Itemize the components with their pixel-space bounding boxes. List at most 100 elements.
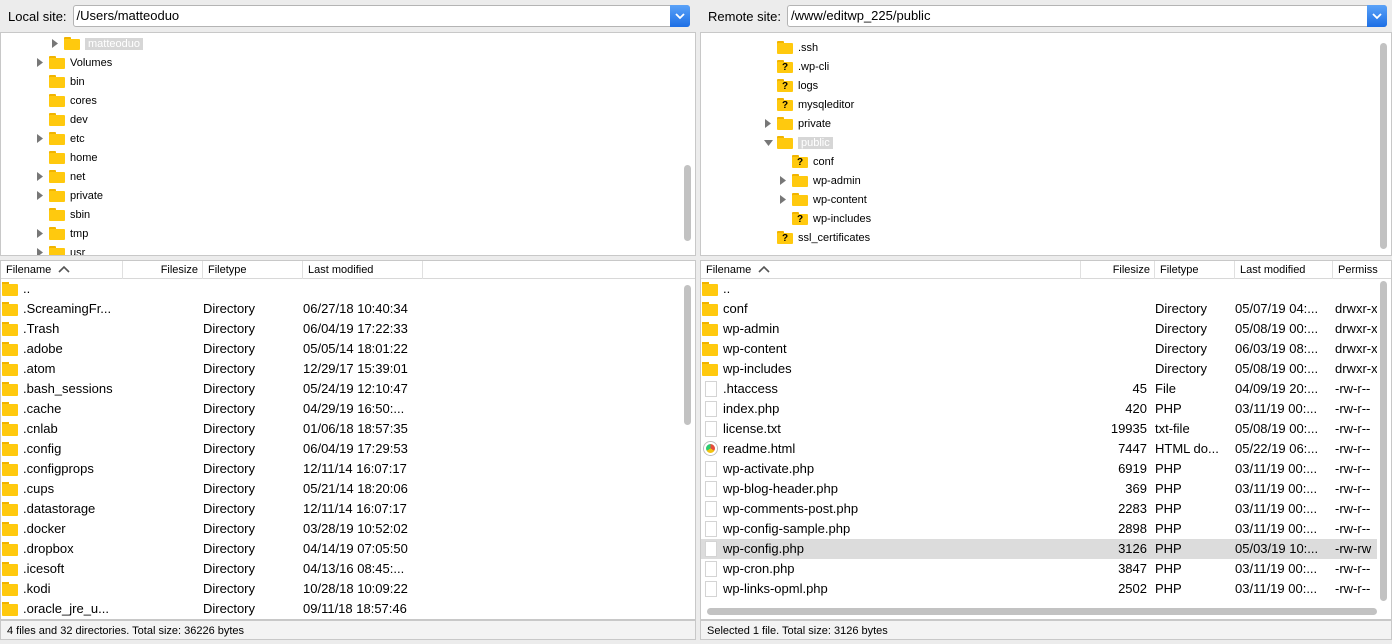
remote-status-bar: Selected 1 file. Total size: 3126 bytes — [700, 620, 1392, 640]
local-site-path-combo[interactable]: /Users/matteoduo — [72, 5, 690, 27]
remote-file-row[interactable]: conf Directory 05/07/19 04:... drwxr-x — [701, 299, 1377, 319]
expand-arrow-icon[interactable] — [33, 170, 47, 184]
local-tree-item[interactable]: sbin — [33, 205, 90, 224]
local-tree-scrollbar[interactable] — [684, 165, 691, 241]
remote-file-row[interactable]: wp-blog-header.php 369 PHP 03/11/19 00:... -… — [701, 479, 1377, 499]
remote-tree-item[interactable]: wp-includes — [776, 209, 871, 228]
remote-list-scrollbar[interactable] — [1380, 281, 1387, 601]
unknown-folder-icon — [777, 60, 793, 73]
local-col-filetype[interactable]: Filetype — [203, 261, 303, 279]
remote-file-name: conf — [723, 301, 748, 316]
remote-file-perms: -rw-rw — [1335, 541, 1372, 556]
remote-file-row[interactable]: wp-content Directory 06/03/19 08:... drwxr-… — [701, 339, 1377, 359]
local-site-dropdown-button[interactable] — [669, 5, 690, 27]
local-file-row[interactable]: .Trash Directory 06/04/19 17:22:33 — [1, 319, 681, 339]
remote-file-row[interactable]: wp-links-opml.php 2502 PHP 03/11/19 00:... -… — [701, 579, 1377, 599]
remote-file-row[interactable]: wp-config-sample.php 2898 PHP 03/11/19 00:.… — [701, 519, 1377, 539]
remote-tree-item[interactable]: .ssh — [761, 38, 818, 57]
remote-col-filename[interactable]: Filename — [701, 261, 1081, 279]
remote-tree-item[interactable]: conf — [776, 152, 834, 171]
remote-file-row[interactable]: wp-comments-post.php 2283 PHP 03/11/19 00:.… — [701, 499, 1377, 519]
remote-tree-item[interactable]: public — [761, 133, 833, 152]
remote-file-row[interactable]: wp-admin Directory 05/08/19 00:... drwxr-x — [701, 319, 1377, 339]
local-file-row[interactable]: .configprops Directory 12/11/14 16:07:17 — [1, 459, 681, 479]
expand-arrow-icon[interactable] — [33, 246, 47, 255]
local-file-row[interactable]: .cnlab Directory 01/06/18 18:57:35 — [1, 419, 681, 439]
remote-site-path-combo[interactable]: /www/editwp_225/public — [786, 5, 1387, 27]
expand-arrow-icon[interactable] — [48, 37, 62, 51]
remote-list-horizontal-scrollbar[interactable] — [707, 608, 1377, 615]
remote-col-permissions[interactable]: Permiss — [1333, 261, 1391, 279]
remote-status-text: Selected 1 file. Total size: 3126 bytes — [707, 625, 888, 637]
local-col-filesize[interactable]: Filesize — [123, 261, 203, 279]
local-tree-item[interactable]: private — [33, 186, 103, 205]
local-file-row[interactable]: .icesoft Directory 04/13/16 08:45:... — [1, 559, 681, 579]
remote-tree-item[interactable]: private — [761, 114, 831, 133]
file-icon — [705, 541, 717, 557]
local-file-row[interactable]: .cache Directory 04/29/19 16:50:... — [1, 399, 681, 419]
remote-file-row[interactable]: readme.html 7447 HTML do... 05/22/19 06:...… — [701, 439, 1377, 459]
local-file-row[interactable]: .bash_sessions Directory 05/24/19 12:10:47 — [1, 379, 681, 399]
expand-arrow-icon[interactable] — [33, 132, 47, 146]
remote-col-modified[interactable]: Last modified — [1235, 261, 1333, 279]
local-file-row[interactable]: .atom Directory 12/29/17 15:39:01 — [1, 359, 681, 379]
local-tree-item[interactable]: bin — [33, 72, 85, 91]
expand-arrow-icon[interactable] — [33, 56, 47, 70]
local-file-row[interactable]: .docker Directory 03/28/19 10:52:02 — [1, 519, 681, 539]
local-directory-tree[interactable]: matteoduo Volumes bin cores dev etc home net pri… — [0, 32, 696, 256]
remote-col-filetype[interactable]: Filetype — [1155, 261, 1235, 279]
local-tree-item[interactable]: Volumes — [33, 53, 112, 72]
local-file-row[interactable]: .datastorage Directory 12/11/14 16:07:17 — [1, 499, 681, 519]
remote-file-row[interactable]: license.txt 19935 txt-file 05/08/19 00:... -… — [701, 419, 1377, 439]
local-tree-item[interactable]: etc — [33, 129, 85, 148]
local-file-row[interactable]: .oracle_jre_u... Directory 09/11/18 18:57:… — [1, 599, 681, 619]
remote-tree-scrollbar[interactable] — [1380, 43, 1387, 249]
remote-tree-item[interactable]: logs — [761, 76, 818, 95]
remote-file-name: wp-config.php — [723, 541, 804, 556]
remote-file-row[interactable]: .. — [701, 279, 1377, 299]
remote-file-modified: 05/03/19 10:... — [1235, 541, 1319, 556]
local-file-row[interactable]: .config Directory 06/04/19 17:29:53 — [1, 439, 681, 459]
remote-tree-item[interactable]: .wp-cli — [761, 57, 829, 76]
local-col-filename[interactable]: Filename — [1, 261, 123, 279]
remote-site-dropdown-button[interactable] — [1366, 5, 1387, 27]
remote-file-row[interactable]: index.php 420 PHP 03/11/19 00:... -rw-r-- — [701, 399, 1377, 419]
local-file-type: Directory — [203, 441, 256, 456]
local-tree-item[interactable]: dev — [33, 110, 88, 129]
collapse-arrow-icon[interactable] — [761, 136, 775, 150]
local-file-row[interactable]: .cups Directory 05/21/14 18:20:06 — [1, 479, 681, 499]
remote-tree-item[interactable]: wp-admin — [776, 171, 861, 190]
remote-directory-tree[interactable]: .ssh .wp-cli logs mysqleditor private public c… — [700, 32, 1392, 256]
local-file-row[interactable]: .adobe Directory 05/05/14 18:01:22 — [1, 339, 681, 359]
remote-file-row[interactable]: wp-cron.php 3847 PHP 03/11/19 00:... -rw-r-- — [701, 559, 1377, 579]
local-tree-item[interactable]: net — [33, 167, 85, 186]
local-tree-item[interactable]: usr — [33, 243, 85, 255]
local-tree-item[interactable]: cores — [33, 91, 97, 110]
remote-file-row[interactable]: wp-includes Directory 05/08/19 00:... drwxr… — [701, 359, 1377, 379]
remote-file-row[interactable]: .htaccess 45 File 04/09/19 20:... -rw-r-- — [701, 379, 1377, 399]
remote-tree-item[interactable]: ssl_certificates — [761, 228, 870, 247]
remote-tree-item[interactable]: wp-content — [776, 190, 867, 209]
local-file-row[interactable]: .ScreamingFr... Directory 06/27/18 10:40:3… — [1, 299, 681, 319]
expand-arrow-icon[interactable] — [776, 174, 790, 188]
local-tree-item[interactable]: matteoduo — [48, 34, 143, 53]
remote-file-row[interactable]: wp-config.php 3126 PHP 05/03/19 10:... -rw-r… — [701, 539, 1377, 559]
expand-arrow-icon[interactable] — [33, 227, 47, 241]
expand-arrow-icon[interactable] — [761, 117, 775, 131]
local-tree-item[interactable]: tmp — [33, 224, 88, 243]
local-file-list[interactable]: Filename Filesize Filetype Last modified… — [0, 260, 696, 620]
expand-arrow-icon[interactable] — [776, 193, 790, 207]
local-file-row[interactable]: .dropbox Directory 04/14/19 07:05:50 — [1, 539, 681, 559]
remote-tree-item[interactable]: mysqleditor — [761, 95, 854, 114]
local-list-scrollbar[interactable] — [684, 285, 691, 425]
remote-file-type: PHP — [1155, 581, 1182, 596]
local-col-modified[interactable]: Last modified — [303, 261, 423, 279]
remote-file-row[interactable]: wp-activate.php 6919 PHP 03/11/19 00:... -rw… — [701, 459, 1377, 479]
local-tree-item[interactable]: home — [33, 148, 98, 167]
local-file-row[interactable]: .. — [1, 279, 681, 299]
expand-arrow-icon[interactable] — [33, 189, 47, 203]
remote-col-filesize[interactable]: Filesize — [1081, 261, 1155, 279]
local-file-row[interactable]: .kodi Directory 10/28/18 10:09:22 — [1, 579, 681, 599]
remote-file-list[interactable]: Filename Filesize Filetype Last modified… — [700, 260, 1392, 620]
